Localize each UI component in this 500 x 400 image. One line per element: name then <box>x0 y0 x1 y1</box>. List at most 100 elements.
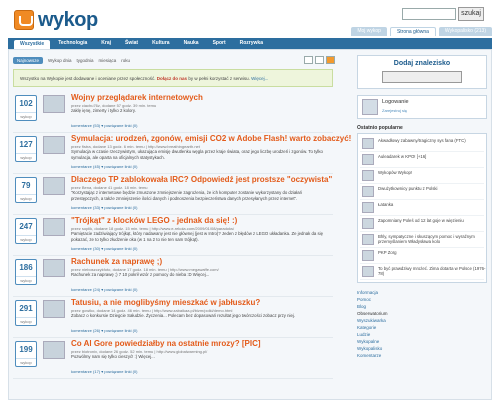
popular-item[interactable]: PKP Zorg <box>360 248 484 264</box>
search-button[interactable]: szukaj <box>458 7 484 21</box>
popular-thumb <box>362 154 374 165</box>
popular-title[interactable]: Wykopów Wykop! <box>378 170 486 175</box>
item-title[interactable]: Tatusiu, a nie moglibyśmy mieszkać w jab… <box>71 298 260 307</box>
observatory-heading: Obserwatorium <box>357 311 388 316</box>
login-link[interactable]: Logowanie <box>382 99 409 105</box>
nav-rozrywka[interactable]: Rozrywka <box>234 38 269 49</box>
popular-thumb <box>362 234 374 245</box>
digg-count: 291 <box>19 304 33 313</box>
item-actions[interactable]: komentarze (17) ▾ powiązane linki (0) <box>71 369 137 374</box>
item-title[interactable]: Dlaczego TP zablokowała IRC? Odpowiedź j… <box>71 175 332 184</box>
tab-home[interactable]: Strona główna <box>389 27 436 36</box>
popular-item[interactable]: Bhly, sympatyczne i skuszącym pomoc i wy… <box>360 232 484 248</box>
link-list: 102 wykop Wojny przeglądarek internetowyc… <box>13 92 351 379</box>
link-categories[interactable]: Kategorie <box>357 324 487 331</box>
popular-title[interactable]: To być prawdziwy mrożeć. Zima dotarta w … <box>378 266 486 276</box>
popular-item[interactable]: To być prawdziwy mrożeć. Zima dotarta w … <box>360 264 486 280</box>
sort-year[interactable]: roku <box>121 58 130 63</box>
popular-item[interactable]: Wykopów Wykop! <box>360 168 484 184</box>
notice-tail: by w pełni korzystać z serwisu. <box>188 76 250 81</box>
digg-label: wykop <box>16 358 36 367</box>
list-view-icon[interactable] <box>304 56 313 64</box>
popular-item[interactable]: Łatanka <box>360 200 484 216</box>
compact-view-icon[interactable] <box>315 56 324 64</box>
popular-item[interactable]: Auleadarek w KPO! [+16] <box>360 152 484 168</box>
feed-wykopalisko[interactable]: Wykopalisko <box>357 345 487 352</box>
notice-more-link[interactable]: Więcej... <box>251 76 268 81</box>
item-title[interactable]: Co Al Gore powiedziałby na ostatnie mroz… <box>71 339 261 348</box>
link-help[interactable]: Pomoc <box>357 296 487 303</box>
nav-all[interactable]: Wszystkie <box>14 40 51 49</box>
thumbnail[interactable] <box>43 300 65 318</box>
register-link[interactable]: Zarejestruj się <box>382 108 407 113</box>
popular-item[interactable]: Akwadłowy zabawny/tragiczny sys fana (FT… <box>360 136 484 152</box>
tab-my-wykop[interactable]: Moj wykop <box>351 27 387 36</box>
item-actions[interactable]: komentarze (33) ▾ powiązane linki (0) <box>71 205 137 210</box>
item-title[interactable]: Rachunek za naprawę ;) <box>71 257 162 266</box>
digg-button[interactable]: 102 wykop <box>15 95 37 121</box>
digg-button[interactable]: 247 wykop <box>15 218 37 244</box>
item-actions[interactable]: komentarze (53) ▾ powiązane linki (0) <box>71 123 137 128</box>
item-description: Rachunek za naprawę ;) 7 10 pokrił wzór … <box>71 272 210 277</box>
item-title[interactable]: Wojny przeglądarek internetowych <box>71 93 203 102</box>
login-box: Logowanie Zarejestruj się <box>357 95 487 119</box>
thumbnail[interactable] <box>43 136 65 154</box>
thumbnail[interactable] <box>43 177 65 195</box>
item-description: Symulacja w czasie rzeczywistym, ukazują… <box>71 149 323 160</box>
thumbnail[interactable] <box>43 259 65 277</box>
add-link-title[interactable]: Dodaj znalezisko <box>358 60 486 67</box>
nav-swiat[interactable]: Świat <box>119 38 144 49</box>
popular-title[interactable]: Auleadarek w KPO! [+16] <box>378 154 486 159</box>
sort-month[interactable]: miesiąca <box>99 58 117 63</box>
item-actions[interactable]: komentarze (24) ▾ powiązane linki (0) <box>71 287 137 292</box>
item-title[interactable]: "Trójkąt" z klocków LEGO - jednak da się… <box>71 216 237 225</box>
digg-button[interactable]: 186 wykop <box>15 259 37 285</box>
digg-count: 199 <box>19 345 33 354</box>
list-item: 186 wykop Rachunek za naprawę ;) przez ni… <box>13 256 333 297</box>
join-link[interactable]: Dołącz do nas <box>157 76 187 81</box>
popular-item[interactable]: Dwużytkownicy punktu z Polski <box>360 184 484 200</box>
tab-wykopalisko[interactable]: Wykopalisko (213) <box>438 27 492 36</box>
nav-nauka[interactable]: Nauka <box>178 38 205 49</box>
link-info[interactable]: Informacja <box>357 289 487 296</box>
add-link-button[interactable] <box>382 71 462 83</box>
link-blog[interactable]: Blog <box>357 303 487 310</box>
item-actions[interactable]: komentarze (26) ▾ powiązane linki (0) <box>71 328 137 333</box>
popular-title[interactable]: Dwużytkownicy punktu z Polski <box>378 186 486 191</box>
digg-count: 102 <box>19 99 33 108</box>
rss-icon[interactable] <box>326 56 335 64</box>
item-actions[interactable]: komentarze (45) ▾ powiązane linki (0) <box>71 164 137 169</box>
link-people[interactable]: Ludzie <box>357 331 487 338</box>
thumbnail[interactable] <box>43 95 65 113</box>
digg-button[interactable]: 79 wykop <box>15 177 37 203</box>
logo-text: wykop <box>38 8 98 31</box>
digg-button[interactable]: 127 wykop <box>15 136 37 162</box>
digg-button[interactable]: 291 wykop <box>15 300 37 326</box>
nav-tech[interactable]: Technologia <box>52 38 93 49</box>
feed-comments[interactable]: Komentarze <box>357 352 487 359</box>
feed-wykopalne[interactable]: Wykopalne <box>357 338 487 345</box>
popular-title[interactable]: Łatanka <box>378 202 486 207</box>
nav-sport[interactable]: Sport <box>207 38 232 49</box>
digg-label: wykop <box>16 153 36 162</box>
search-input[interactable] <box>402 8 456 20</box>
sort-week[interactable]: tygodnia <box>77 58 94 63</box>
popular-item[interactable]: Zapomniany Poleś od 12 lat goje w więzie… <box>360 216 484 232</box>
nav-kultura[interactable]: Kultura <box>146 38 176 49</box>
item-title[interactable]: Symulacja: urodzeń, zgonów, emisji CO2 w… <box>71 134 351 143</box>
sort-day[interactable]: Wykop dnia <box>48 58 71 63</box>
popular-title[interactable]: PKP Zorg <box>378 250 486 255</box>
popular-title[interactable]: Akwadłowy zabawny/tragiczny sys fana (FT… <box>378 138 486 143</box>
digg-button[interactable]: 199 wykop <box>15 341 37 367</box>
link-search[interactable]: Wyszukiwarka <box>357 317 487 324</box>
popular-title[interactable]: Zapomniany Poleś od 12 lat goje w więzie… <box>378 218 486 223</box>
sort-newest[interactable]: Najnowsze <box>13 56 44 64</box>
logo[interactable]: wykop <box>14 9 98 31</box>
popular-title[interactable]: Bhly, sympatyczne i skuszącym pomoc i wy… <box>378 234 486 244</box>
notice-text: Wszystko na Wykopie jest dodawane i ocen… <box>20 76 156 81</box>
list-item: 102 wykop Wojny przeglądarek internetowyc… <box>13 92 333 133</box>
thumbnail[interactable] <box>43 218 65 236</box>
thumbnail[interactable] <box>43 341 65 359</box>
nav-kraj[interactable]: Kraj <box>95 38 117 49</box>
item-actions[interactable]: komentarze (30) ▾ powiązane linki (0) <box>71 246 137 251</box>
